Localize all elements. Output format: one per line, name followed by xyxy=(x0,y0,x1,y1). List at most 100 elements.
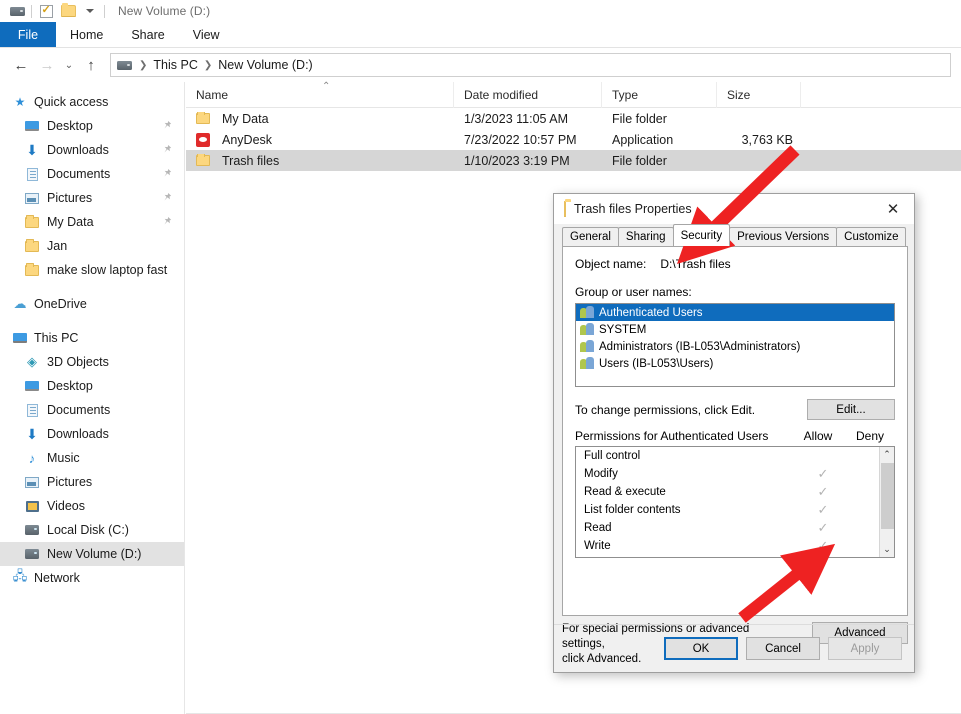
allow-checkbox[interactable]: ✓ xyxy=(796,538,850,554)
list-item[interactable]: Users (IB-L053\Users) xyxy=(576,355,894,372)
folder-icon xyxy=(22,238,42,252)
monitor-icon xyxy=(22,121,42,131)
forward-button[interactable]: → xyxy=(34,52,60,78)
pc-icon xyxy=(10,333,30,343)
document-icon xyxy=(22,403,42,417)
sidebar-item-downloads[interactable]: ⬇ Downloads xyxy=(0,138,184,162)
users-group-icon xyxy=(580,323,595,336)
sidebar-item-this-pc[interactable]: This PC xyxy=(0,326,184,350)
list-item[interactable]: SYSTEM xyxy=(576,321,894,338)
table-row[interactable]: AnyDesk 7/23/2022 10:57 PM Application 3,76… xyxy=(186,129,961,150)
permission-row[interactable]: Full control xyxy=(576,447,894,465)
sidebar-item-make-slow-laptop-fast[interactable]: make slow laptop fast xyxy=(0,258,184,282)
disk-icon xyxy=(22,525,42,535)
drive-icon[interactable] xyxy=(6,1,28,21)
qat-divider-2 xyxy=(104,4,105,18)
permissions-scrollbar[interactable]: ⌃ ⌄ xyxy=(879,447,894,557)
scrollbar-thumb[interactable] xyxy=(881,463,894,529)
sidebar-item-onedrive[interactable]: ☁ OneDrive xyxy=(0,292,184,316)
back-button[interactable]: ← xyxy=(8,52,34,78)
breadcrumb-separator-2: ❯ xyxy=(203,59,213,71)
download-icon: ⬇ xyxy=(26,426,38,442)
customize-qat-chevron-down-icon[interactable] xyxy=(79,1,101,21)
column-header-name[interactable]: Name xyxy=(186,81,454,108)
breadcrumb-new-volume[interactable]: New Volume (D:) xyxy=(215,58,315,72)
table-row[interactable]: Trash files 1/10/2023 3:19 PM File folder xyxy=(186,150,961,171)
security-tab-panel: Object name: D:\Trash files Group or use… xyxy=(562,246,908,616)
list-item[interactable]: Administrators (IB-L053\Administrators) xyxy=(576,338,894,355)
ok-button[interactable]: OK xyxy=(664,637,738,660)
apply-button[interactable]: Apply xyxy=(828,637,902,660)
properties-icon[interactable] xyxy=(35,1,57,21)
breadcrumb-separator-1: ❯ xyxy=(139,59,148,71)
permission-name: List folder contents xyxy=(584,504,681,516)
sidebar-item-videos[interactable]: Videos xyxy=(0,494,184,518)
permission-row[interactable]: Read ✓ xyxy=(576,519,894,537)
edit-button[interactable]: Edit... xyxy=(807,399,895,420)
tab-sharing[interactable]: Sharing xyxy=(617,227,674,246)
sidebar-item-downloads[interactable]: ⬇ Downloads xyxy=(0,422,184,446)
ribbon-tab-share[interactable]: Share xyxy=(117,22,178,47)
sidebar-item-label: My Data xyxy=(47,215,94,229)
sidebar-item-pictures[interactable]: Pictures xyxy=(0,470,184,494)
up-button[interactable]: ↑ xyxy=(78,52,104,78)
column-header-type[interactable]: Type xyxy=(602,81,717,108)
new-folder-icon[interactable] xyxy=(57,1,79,21)
sidebar-item-my-data[interactable]: My Data xyxy=(0,210,184,234)
allow-checkbox[interactable]: ✓ xyxy=(796,484,850,500)
sidebar-item-documents[interactable]: Documents xyxy=(0,398,184,422)
permission-row[interactable]: List folder contents ✓ xyxy=(576,501,894,519)
tab-security[interactable]: Security xyxy=(672,224,731,246)
column-header-date-modified[interactable]: Date modified xyxy=(454,81,602,108)
sidebar-item-label: 3D Objects xyxy=(47,355,109,369)
sidebar-item-quick-access[interactable]: ★ Quick access xyxy=(0,90,184,114)
pin-icon[interactable] xyxy=(162,144,172,156)
scroll-up-icon[interactable]: ⌃ xyxy=(880,447,895,462)
sidebar-item-network[interactable]: 🖧 Network xyxy=(0,566,184,590)
allow-checkbox[interactable]: ✓ xyxy=(796,520,850,536)
column-headers: Name Date modified Type Size ⌃ xyxy=(186,81,961,108)
permission-row[interactable]: Write ✓ xyxy=(576,537,894,555)
allow-checkbox[interactable]: ✓ xyxy=(796,502,850,518)
sidebar-item-local-disk-c[interactable]: Local Disk (C:) xyxy=(0,518,184,542)
list-item[interactable]: Authenticated Users xyxy=(576,304,894,321)
sidebar-item-3d-objects[interactable]: ◈ 3D Objects xyxy=(0,350,184,374)
sidebar-item-new-volume-d[interactable]: New Volume (D:) xyxy=(0,542,184,566)
tab-customize[interactable]: Customize xyxy=(836,227,907,246)
permissions-list[interactable]: Full control Modify ✓ Read & execute ✓ List f… xyxy=(575,446,895,558)
permission-name: Read & execute xyxy=(584,486,666,498)
table-row[interactable]: My Data 1/3/2023 11:05 AM File folder xyxy=(186,108,961,129)
cell-date-modified: 1/3/2023 11:05 AM xyxy=(464,111,569,126)
group-user-list[interactable]: Authenticated Users SYSTEM Administrators … xyxy=(575,303,895,387)
permissions-header-row: Permissions for Authenticated Users Allo… xyxy=(575,429,895,443)
scroll-down-icon[interactable]: ⌄ xyxy=(880,542,895,557)
dialog-tab-strip: General Sharing Security Previous Versio… xyxy=(562,224,914,246)
sidebar-item-documents[interactable]: Documents xyxy=(0,162,184,186)
pin-icon[interactable] xyxy=(162,216,172,228)
tab-general[interactable]: General xyxy=(562,227,619,246)
recent-locations-chevron-down-icon[interactable]: ⌄ xyxy=(60,52,78,78)
sidebar-item-desktop[interactable]: Desktop xyxy=(0,374,184,398)
permission-row[interactable]: Modify ✓ xyxy=(576,465,894,483)
sidebar-item-desktop[interactable]: Desktop xyxy=(0,114,184,138)
pin-icon[interactable] xyxy=(162,168,172,180)
cancel-button[interactable]: Cancel xyxy=(746,637,820,660)
sidebar-item-label: Desktop xyxy=(47,379,93,393)
breadcrumb-this-pc[interactable]: This PC xyxy=(150,58,200,72)
sidebar-item-music[interactable]: ♪ Music xyxy=(0,446,184,470)
ribbon-tab-home[interactable]: Home xyxy=(56,22,117,47)
pin-icon[interactable] xyxy=(162,120,172,132)
permission-row[interactable]: Read & execute ✓ xyxy=(576,483,894,501)
sidebar-item-label: Downloads xyxy=(47,427,109,441)
sidebar-item-jan[interactable]: Jan xyxy=(0,234,184,258)
pin-icon[interactable] xyxy=(162,192,172,204)
ribbon-tab-view[interactable]: View xyxy=(179,22,234,47)
sidebar-item-pictures[interactable]: Pictures xyxy=(0,186,184,210)
close-icon[interactable]: ✕ xyxy=(872,194,914,224)
ribbon-tab-file[interactable]: File xyxy=(0,22,56,47)
column-header-size[interactable]: Size xyxy=(717,81,801,108)
address-bar[interactable]: ❯ This PC ❯ New Volume (D:) xyxy=(110,53,951,77)
allow-checkbox[interactable]: ✓ xyxy=(796,466,850,482)
tab-previous-versions[interactable]: Previous Versions xyxy=(729,227,838,246)
